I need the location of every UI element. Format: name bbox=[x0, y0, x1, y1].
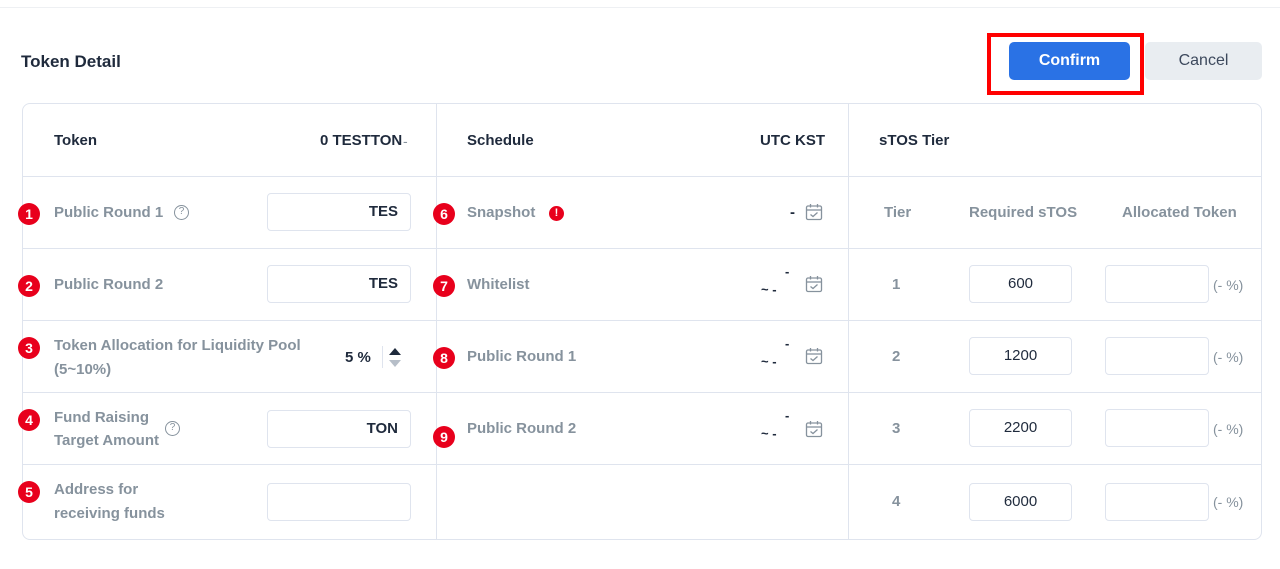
cancel-button[interactable]: Cancel bbox=[1145, 42, 1262, 80]
fund-raising-label-line2: Target Amount bbox=[54, 432, 159, 449]
token-summary-suffix: - bbox=[403, 133, 408, 149]
public-round-1-label: Public Round 1 bbox=[54, 204, 164, 221]
token-detail-panel: Token 0 TESTTON - 1 Public Round 1 ? TES… bbox=[18, 103, 1262, 540]
public-round-2-input[interactable]: TES bbox=[267, 265, 411, 303]
token-heading: Token bbox=[54, 132, 98, 149]
whitelist-end: ~ - bbox=[761, 282, 777, 297]
step-badge-6: 6 bbox=[433, 203, 455, 225]
calendar-icon[interactable] bbox=[805, 275, 823, 293]
tier-number: 1 bbox=[892, 276, 901, 293]
allocated-percent: (- %) bbox=[1213, 277, 1244, 293]
schedule-heading: Schedule bbox=[467, 132, 534, 149]
calendar-icon[interactable] bbox=[805, 420, 823, 438]
row-divider bbox=[23, 320, 1261, 321]
liquidity-allocation-value[interactable]: 5 % bbox=[345, 349, 371, 366]
receiving-address-input[interactable] bbox=[267, 483, 411, 521]
allocated-percent: (- %) bbox=[1213, 494, 1244, 510]
required-stos-input[interactable]: 600 bbox=[969, 265, 1072, 303]
allocated-percent: (- %) bbox=[1213, 349, 1244, 365]
schedule-public-round-1-label: Public Round 1 bbox=[467, 348, 577, 365]
allocated-token-input[interactable] bbox=[1105, 409, 1209, 447]
step-badge-9: 9 bbox=[433, 426, 455, 448]
column-divider bbox=[436, 104, 437, 539]
tier-number: 2 bbox=[892, 348, 901, 365]
snapshot-date: - bbox=[790, 204, 795, 221]
tier-column-header: Tier bbox=[884, 204, 912, 221]
public-round-1-input[interactable]: TES bbox=[267, 193, 411, 231]
help-icon[interactable]: ? bbox=[165, 421, 180, 436]
public-round-2-end: ~ - bbox=[761, 426, 777, 441]
confirm-button[interactable]: Confirm bbox=[1009, 42, 1130, 80]
public-round-1-end: ~ - bbox=[761, 354, 777, 369]
required-stos-column-header: Required sTOS bbox=[969, 204, 1078, 221]
tier-number: 3 bbox=[892, 420, 901, 437]
calendar-icon[interactable] bbox=[805, 347, 823, 365]
row-divider bbox=[23, 464, 1261, 465]
row-divider bbox=[23, 176, 1261, 177]
required-stos-input[interactable]: 6000 bbox=[969, 483, 1072, 521]
public-round-2-start: - bbox=[785, 408, 790, 423]
timezone-toggle[interactable]: UTC KST bbox=[760, 132, 825, 149]
calendar-icon[interactable] bbox=[805, 203, 823, 221]
stepper-arrows-icon[interactable] bbox=[388, 347, 402, 369]
allocated-token-column-header: Allocated Token bbox=[1122, 204, 1237, 221]
allocated-token-input[interactable] bbox=[1105, 337, 1209, 375]
schedule-public-round-2-label: Public Round 2 bbox=[467, 420, 577, 437]
public-round-1-start: - bbox=[785, 336, 790, 351]
allocated-token-input[interactable] bbox=[1105, 483, 1209, 521]
token-summary: 0 TESTTON bbox=[320, 132, 403, 149]
step-badge-5: 5 bbox=[18, 481, 40, 503]
warning-icon: ! bbox=[549, 206, 564, 221]
step-badge-7: 7 bbox=[433, 275, 455, 297]
top-divider bbox=[0, 0, 1280, 8]
help-icon[interactable]: ? bbox=[174, 205, 189, 220]
liquidity-allocation-label-line1: Token Allocation for Liquidity Pool bbox=[54, 337, 301, 354]
step-badge-1: 1 bbox=[18, 203, 40, 225]
whitelist-label: Whitelist bbox=[467, 276, 530, 293]
stos-tier-heading: sTOS Tier bbox=[879, 132, 950, 149]
stepper-separator bbox=[382, 346, 383, 368]
allocated-percent: (- %) bbox=[1213, 421, 1244, 437]
required-stos-input[interactable]: 1200 bbox=[969, 337, 1072, 375]
row-divider bbox=[23, 392, 1261, 393]
public-round-2-label: Public Round 2 bbox=[54, 276, 164, 293]
step-badge-4: 4 bbox=[18, 409, 40, 431]
row-divider bbox=[23, 248, 1261, 249]
step-badge-2: 2 bbox=[18, 275, 40, 297]
step-badge-3: 3 bbox=[18, 337, 40, 359]
receiving-address-label-line1: Address for bbox=[54, 481, 139, 498]
snapshot-label: Snapshot bbox=[467, 204, 536, 221]
column-divider bbox=[848, 104, 849, 539]
fund-raising-input[interactable]: TON bbox=[267, 410, 411, 448]
receiving-address-label-line2: receiving funds bbox=[54, 505, 165, 522]
whitelist-start: - bbox=[785, 264, 790, 279]
tier-number: 4 bbox=[892, 493, 901, 510]
step-badge-8: 8 bbox=[433, 347, 455, 369]
page-title: Token Detail bbox=[21, 52, 121, 71]
liquidity-allocation-label-line2: (5~10%) bbox=[54, 361, 112, 378]
required-stos-input[interactable]: 2200 bbox=[969, 409, 1072, 447]
fund-raising-label-line1: Fund Raising bbox=[54, 409, 149, 426]
allocated-token-input[interactable] bbox=[1105, 265, 1209, 303]
